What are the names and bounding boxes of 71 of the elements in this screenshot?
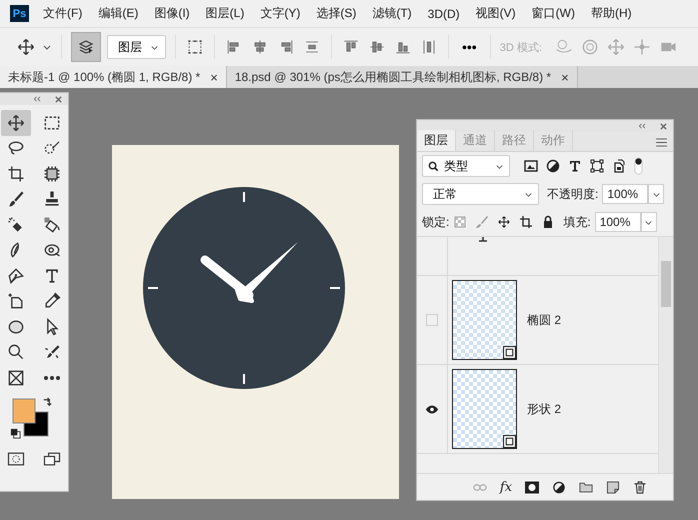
crossed-frame-icon [6,368,26,388]
lock-label: 锁定: [422,214,450,230]
move-icon [6,112,26,133]
image-filter-icon[interactable] [524,159,538,173]
menu-item[interactable]: 文件(F) [43,5,82,22]
mask-icon[interactable] [525,480,540,494]
layer-name: 椭圆 2 [527,312,562,328]
auto-select-button[interactable] [71,32,101,62]
menu-item[interactable]: 帮助(H) [590,5,632,22]
3d-mode-label: 3D 模式: [500,40,542,54]
layer-glyph-icon [478,237,488,243]
menu-item[interactable]: 文字(Y) [260,5,300,22]
shape-layer-icon [503,346,516,359]
checkerboard-icon[interactable] [453,215,468,229]
adjustment-layer-icon[interactable] [552,480,566,494]
move-icon[interactable] [497,215,512,229]
layer-row[interactable]: 椭圆 2 [417,276,658,365]
close-tab-button[interactable]: × [210,70,218,84]
close-icon[interactable] [660,122,667,130]
search-icon [428,160,439,172]
background-color-swatch[interactable] [24,411,48,436]
filter-toggle-icon[interactable] [634,157,643,175]
menu-item[interactable]: 3D(D) [428,6,460,20]
menu-item[interactable]: 图层(L) [206,5,244,22]
smart-object-filter-icon[interactable] [612,159,626,173]
menu-item[interactable]: 图像(I) [154,5,190,22]
type-filter-icon[interactable] [568,159,582,173]
default-colors-icon[interactable] [10,428,21,438]
close-tab-button[interactable]: × [561,70,569,84]
opacity-label: 不透明度: [547,186,598,202]
menu-item[interactable]: 视图(V) [476,5,516,22]
move-icon[interactable] [16,37,36,57]
folder-icon[interactable] [579,480,594,494]
pen-icon [6,266,26,286]
chip-icon [42,164,62,184]
layers-pointer-icon [77,38,95,56]
target-dropdown[interactable]: 图层 [107,35,166,59]
layer-row[interactable]: 形状 2 [417,365,658,454]
layer-style-button[interactable]: fx [500,480,512,494]
trash-icon[interactable] [633,480,648,494]
menu-item[interactable]: 滤镜(T) [372,5,412,22]
more-icon [43,374,61,381]
more-button[interactable]: ••• [458,39,481,55]
shape-layer-icon [503,435,516,448]
close-icon[interactable] [55,96,62,102]
panel-tab[interactable]: 图层 [417,130,456,151]
menu-item[interactable]: 编辑(E) [98,5,138,22]
opacity-field[interactable]: 100% [602,184,648,204]
app-logo[interactable]: Ps [10,5,29,22]
tool-button[interactable] [1,110,31,136]
fill-field[interactable]: 100% [594,212,641,232]
eye-icon[interactable] [425,404,439,414]
swap-colors-icon[interactable] [42,396,53,408]
document-tab[interactable]: 未标题-1 @ 100% (椭圆 1, RGB/8) * × [0,66,227,88]
menu-icon[interactable] [656,138,667,147]
foreground-color-swatch[interactable] [12,398,36,423]
adjustment-filter-icon[interactable] [546,159,560,173]
scrollbar[interactable] [658,237,673,473]
menu-item[interactable]: 选择(S) [316,5,356,22]
filter-dropdown[interactable]: 类型 [422,155,510,177]
paint-bucket-icon [42,214,62,235]
artboard-icon[interactable] [519,215,534,229]
shape-filter-icon[interactable] [590,159,604,173]
document-tab[interactable]: 18.psd @ 301% (ps怎么用椭圆工具绘制相机图标, RGB/8) * × [226,66,578,88]
crop-icon [6,164,26,184]
new-layer-icon[interactable] [606,480,620,494]
blend-mode-dropdown[interactable]: 正常 [422,183,539,205]
menu-item[interactable]: 窗口(W) [532,5,575,22]
layer-name: 形状 2 [527,400,562,418]
fill-label: 填充: [563,214,591,230]
visibility-checkbox[interactable] [426,314,438,326]
